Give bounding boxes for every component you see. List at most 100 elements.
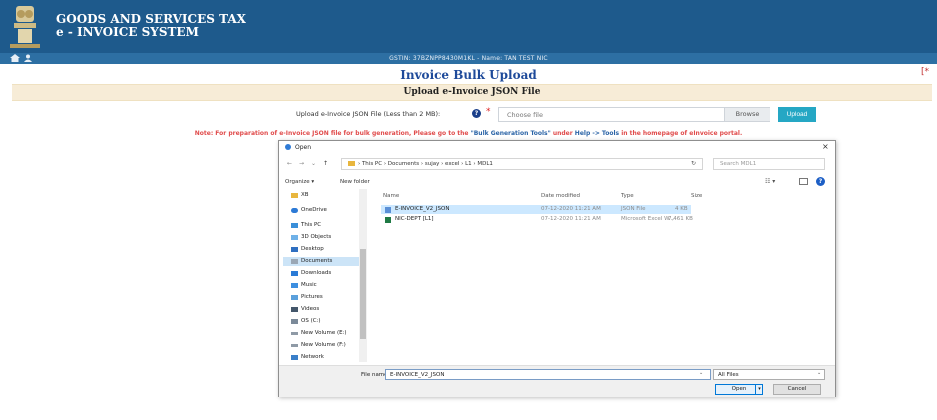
section-title: Upload e-Invoice JSON File bbox=[12, 84, 932, 101]
path-breadcrumb[interactable]: › This PC › Documents › sujay › excel › … bbox=[341, 158, 703, 170]
search-input[interactable]: Search MDL1 bbox=[713, 158, 825, 170]
cloud-icon bbox=[291, 208, 298, 213]
gstin-info: GSTIN: 37BZNPP8430M1KL - Name: TAN TEST … bbox=[389, 55, 548, 62]
note-middle: under bbox=[550, 130, 575, 137]
back-icon[interactable]: ← bbox=[287, 160, 292, 167]
column-header-date[interactable]: Date modified bbox=[541, 193, 580, 199]
app-title: GOODS AND SERVICES TAX e - INVOICE SYSTE… bbox=[56, 13, 246, 39]
dialog-footer: File name: E-INVOICE_V2_JSON ⌄ All Files… bbox=[279, 365, 835, 397]
music-icon bbox=[291, 283, 298, 288]
nav-item-label: Music bbox=[301, 282, 317, 288]
file-name-input[interactable]: E-INVOICE_V2_JSON bbox=[385, 369, 711, 380]
required-mark: * bbox=[486, 107, 491, 117]
drive-icon bbox=[291, 344, 298, 347]
column-header-type[interactable]: Type bbox=[621, 193, 634, 199]
cancel-button[interactable]: Cancel bbox=[773, 384, 821, 395]
column-header-name[interactable]: Name bbox=[383, 193, 399, 199]
navigation-pane: XB OneDrive This PC 3D Objects Desktop D… bbox=[283, 189, 371, 362]
nav-item-label: Downloads bbox=[301, 270, 332, 276]
file-type: JSON File bbox=[621, 206, 646, 212]
help-tools-path: Help -> Tools bbox=[574, 130, 620, 137]
desktop-icon bbox=[291, 247, 298, 252]
nav-item-new-volume-e[interactable]: New Volume (E:) bbox=[283, 329, 367, 338]
nav-item-3d-objects[interactable]: 3D Objects bbox=[283, 233, 367, 242]
nav-item-label: Videos bbox=[301, 306, 320, 312]
nav-item-label: OS (C:) bbox=[301, 318, 321, 324]
bulk-tools-link[interactable]: "Bulk Generation Tools" bbox=[471, 130, 551, 137]
emblem-icon bbox=[10, 6, 40, 48]
chevron-down-icon[interactable]: ⌄ bbox=[817, 370, 821, 376]
nav-item-network[interactable]: Network bbox=[283, 353, 367, 362]
file-row[interactable]: E-INVOICE_V2_JSON 07-12-2020 11:21 AM JS… bbox=[381, 205, 691, 214]
help-icon[interactable]: ? bbox=[816, 177, 825, 186]
nav-item-os-c[interactable]: OS (C:) bbox=[283, 317, 367, 326]
drive-icon bbox=[291, 332, 298, 335]
nav-item-label: OneDrive bbox=[301, 207, 327, 213]
dialog-title-bar: Open × bbox=[279, 141, 835, 153]
forward-icon[interactable]: → bbox=[299, 160, 304, 167]
scrollbar-thumb[interactable] bbox=[360, 249, 366, 339]
nav-item-label: Desktop bbox=[301, 246, 324, 252]
nav-item-label: XB bbox=[301, 192, 309, 198]
help-icon[interactable]: ? bbox=[472, 109, 481, 118]
nav-item-label: Documents bbox=[301, 258, 333, 264]
organize-button[interactable]: Organize ▾ bbox=[285, 179, 314, 185]
upload-label: Upload e-Invoice JSON File (Less than 2 … bbox=[296, 110, 441, 118]
nav-item-music[interactable]: Music bbox=[283, 281, 367, 290]
file-date: 07-12-2020 11:21 AM bbox=[541, 216, 601, 222]
note-suffix: in the homepage of eInvoice portal. bbox=[619, 130, 743, 137]
pictures-icon bbox=[291, 295, 298, 300]
upload-button[interactable]: Upload bbox=[778, 107, 816, 122]
nav-item-onedrive[interactable]: OneDrive bbox=[283, 206, 367, 215]
file-size: 4 KB bbox=[675, 206, 688, 212]
nav-item-label: New Volume (E:) bbox=[301, 330, 347, 336]
documents-icon bbox=[291, 259, 298, 264]
preview-pane-icon[interactable] bbox=[799, 178, 808, 185]
download-icon bbox=[291, 271, 298, 276]
bulk-generation-note: Note: For preparation of e-Invoice JSON … bbox=[0, 130, 937, 137]
new-folder-button[interactable]: New folder bbox=[340, 179, 370, 185]
file-list: Name Date modified Type Size E-INVOICE_V… bbox=[375, 189, 825, 362]
nav-item-this-pc[interactable]: This PC bbox=[283, 221, 367, 230]
file-size: 7,461 KB bbox=[668, 216, 693, 222]
nav-item-documents[interactable]: Documents bbox=[283, 257, 367, 266]
open-options-dropdown[interactable]: ▾ bbox=[755, 385, 763, 394]
nav-item-label: Network bbox=[301, 354, 324, 360]
nav-item-xb[interactable]: XB bbox=[283, 191, 367, 200]
recent-locations-icon[interactable]: ⌄ bbox=[311, 160, 316, 167]
sub-bar: GSTIN: 37BZNPP8430M1KL - Name: TAN TEST … bbox=[0, 53, 937, 64]
chrome-icon bbox=[285, 144, 291, 150]
file-type-select[interactable]: All Files bbox=[713, 369, 825, 380]
nav-item-new-volume-f[interactable]: New Volume (F:) bbox=[283, 341, 367, 350]
nav-item-videos[interactable]: Videos bbox=[283, 305, 367, 314]
nav-item-label: Pictures bbox=[301, 294, 323, 300]
nav-item-label: This PC bbox=[301, 222, 322, 228]
chevron-down-icon[interactable]: ⌄ bbox=[699, 370, 703, 376]
nav-item-label: 3D Objects bbox=[301, 234, 332, 240]
folder-icon bbox=[348, 161, 355, 166]
nav-item-desktop[interactable]: Desktop bbox=[283, 245, 367, 254]
corner-mark: [* bbox=[921, 67, 930, 77]
file-row[interactable]: NIC-DEPT [L1] 07-12-2020 11:21 AM Micros… bbox=[381, 215, 693, 224]
json-file-icon bbox=[385, 207, 391, 213]
nav-pane-scrollbar[interactable] bbox=[359, 189, 367, 362]
excel-file-icon bbox=[385, 217, 391, 223]
file-date: 07-12-2020 11:21 AM bbox=[541, 206, 601, 212]
network-icon bbox=[291, 355, 298, 360]
app-header: GOODS AND SERVICES TAX e - INVOICE SYSTE… bbox=[0, 0, 937, 53]
page-title: Invoice Bulk Upload bbox=[400, 68, 537, 82]
column-header-size[interactable]: Size bbox=[691, 193, 702, 199]
app-title-line2: e - INVOICE SYSTEM bbox=[56, 25, 199, 39]
refresh-icon[interactable]: ↻ bbox=[691, 160, 696, 167]
nav-item-pictures[interactable]: Pictures bbox=[283, 293, 367, 302]
up-icon[interactable]: ↑ bbox=[323, 160, 328, 167]
open-file-dialog: Open × ← → ⌄ ↑ › This PC › Documents › s… bbox=[278, 140, 836, 397]
file-name: NIC-DEPT [L1] bbox=[395, 216, 434, 222]
cube-icon bbox=[291, 235, 298, 240]
browse-button[interactable]: Browse bbox=[724, 108, 770, 121]
nav-item-downloads[interactable]: Downloads bbox=[283, 269, 367, 278]
close-icon[interactable]: × bbox=[822, 142, 829, 151]
view-options-icon[interactable]: ☷ ▾ bbox=[765, 178, 775, 185]
file-type: Microsoft Excel W... bbox=[621, 216, 675, 222]
note-prefix: Note: For preparation of e-Invoice JSON … bbox=[194, 130, 471, 137]
